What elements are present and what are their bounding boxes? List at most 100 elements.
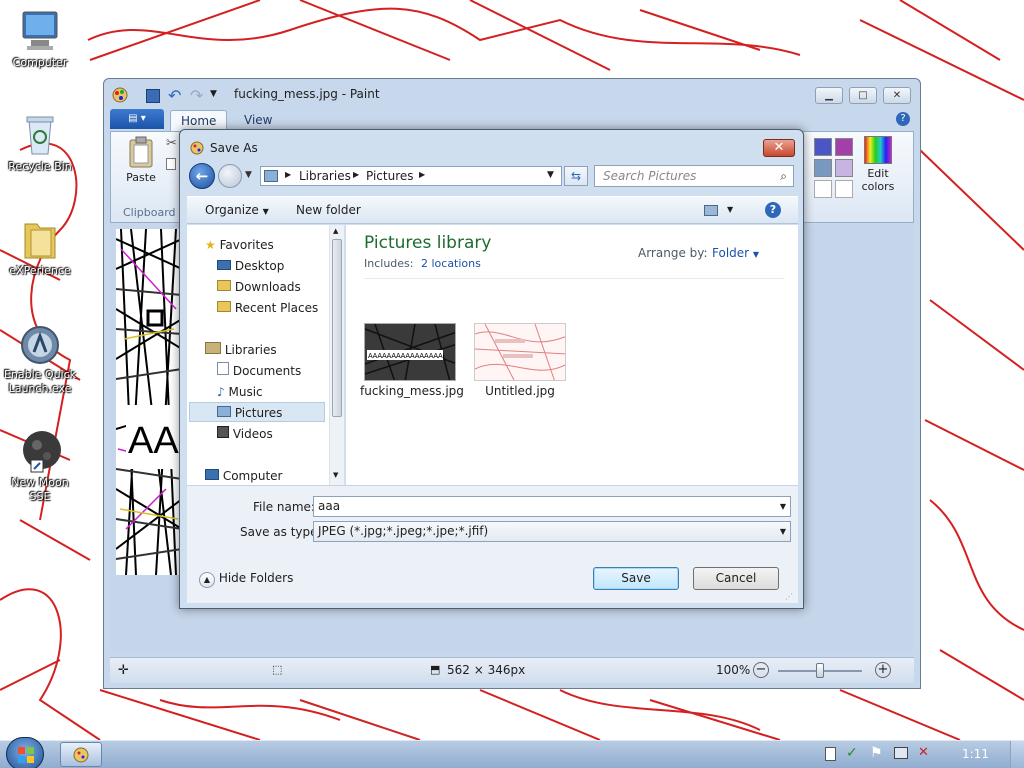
undo-icon[interactable]: ↶ [168,86,181,105]
chevron-down-icon[interactable]: ▼ [780,522,786,541]
resize-grip-icon[interactable]: ⋰ [785,592,793,601]
color-swatch-purple[interactable] [835,138,853,156]
tray-network-icon[interactable] [894,747,908,759]
address-dropdown-icon[interactable]: ▼ [547,170,554,180]
tray-document-icon[interactable] [825,747,836,761]
chevron-down-icon[interactable]: ▼ [780,497,786,516]
cut-icon[interactable]: ✂ [166,136,177,151]
nav-music[interactable]: ♪ Music [217,382,263,402]
music-icon: ♪ [217,385,225,399]
file-item[interactable]: Untitled.jpg [470,323,570,398]
file-name-input[interactable]: aaa ▼ [313,496,791,517]
show-desktop-button[interactable] [1010,741,1024,768]
tab-view[interactable]: View [234,110,282,131]
breadcrumb-pictures[interactable]: Pictures [366,169,414,183]
arrange-by-dropdown[interactable]: Folder ▼ [712,246,759,260]
nav-favorites[interactable]: ★ Favorites [205,235,274,255]
recent-locations-dropdown[interactable]: ▼ [245,170,252,180]
nav-desktop[interactable]: Desktop [217,256,284,276]
organize-menu[interactable]: Organize ▼ [205,203,269,217]
tray-volume-muted-icon[interactable]: ✕ [918,745,929,760]
breadcrumb-separator-icon[interactable]: ▶ [285,170,291,179]
search-input[interactable]: Search Pictures ⌕ [594,165,794,187]
change-view-icon[interactable] [704,205,718,216]
tray-flag-icon[interactable]: ⚑ [870,745,883,761]
breadcrumb-separator-icon[interactable]: ▶ [419,170,425,179]
edit-colors-button[interactable]: Edit colors [859,136,897,193]
color-swatch-lavender[interactable] [835,159,853,177]
minimize-button[interactable]: ▁ [815,87,843,104]
computer-icon [205,469,219,480]
quick-access-dropdown-icon[interactable]: ▼ [210,89,217,99]
desktop-icon-recycle-bin[interactable]: Recycle Bin [0,112,80,174]
desktop-icon-label: New Moon SSE [11,476,69,503]
nav-pictures[interactable]: Pictures [217,403,282,423]
color-palette-icon [864,136,892,164]
view-options-dropdown-icon[interactable]: ▼ [727,205,733,214]
tab-home[interactable]: Home [170,110,228,131]
help-icon[interactable]: ? [765,202,781,218]
chevron-down-icon: ▼ [262,207,269,216]
desktop-icon-experience[interactable]: eXPerience [0,216,80,278]
windows-logo-icon [18,747,34,763]
thumbnail-text: AAAAAAAAAAAAAAAA [368,353,443,360]
arrange-value: Folder [712,246,750,260]
navigation-pane: ★ Favorites Desktop Downloads Recent Pla… [187,225,345,485]
color-swatch-empty[interactable] [814,180,832,198]
nav-computer[interactable]: Computer [205,466,282,486]
desktop-icon-new-moon[interactable]: New Moon SSE [0,428,80,504]
save-type-select[interactable]: JPEG (*.jpg;*.jpeg;*.jpe;*.jfif) ▼ [313,521,791,542]
refresh-button[interactable]: ⇆ [564,166,588,186]
taskbar-clock[interactable]: 1:11 [962,747,989,761]
nav-libraries[interactable]: Libraries [205,340,277,360]
tray-security-icon[interactable]: ✓ [846,745,858,761]
maximize-button[interactable]: □ [849,87,877,104]
file-list: Pictures library Includes: 2 locations A… [346,225,798,485]
paint-menu-button[interactable]: ▤ ▾ [110,109,164,129]
nav-downloads[interactable]: Downloads [217,277,301,297]
desktop-icon-enable-quick-launch[interactable]: Enable Quick Launch.exe [0,320,80,396]
scroll-up-icon[interactable]: ▲ [333,227,338,235]
color-swatch-blue[interactable] [814,138,832,156]
forward-button[interactable] [218,164,242,188]
zoom-in-button[interactable]: + [875,662,891,678]
drawing-canvas[interactable]: AA [116,229,182,575]
file-item[interactable]: AAAAAAAAAAAAAAAA fucking_mess.jpg [360,323,464,398]
includes-locations-link[interactable]: 2 locations [421,257,481,270]
paint-app-icon [73,747,89,763]
back-button[interactable]: ← [189,163,215,189]
redo-icon[interactable]: ↷ [190,86,203,105]
paste-button[interactable]: Paste [119,136,163,190]
zoom-out-button[interactable]: − [753,662,769,678]
hide-folders-button[interactable]: ▲ Hide Folders [199,571,293,588]
close-button[interactable]: ✕ [883,87,911,104]
help-icon[interactable]: ? [896,112,910,126]
address-bar[interactable]: ▶ Libraries ▶ Pictures ▶ ▼ [260,166,562,186]
save-button[interactable]: Save [593,567,679,590]
nav-documents[interactable]: Documents [217,361,301,381]
color-swatch-empty[interactable] [835,180,853,198]
taskbar-paint-button[interactable] [60,742,102,767]
start-button[interactable] [6,737,44,768]
save-icon[interactable] [146,89,160,103]
desktop-icon-computer[interactable]: Computer [0,8,80,70]
paint-app-icon [112,87,128,103]
nav-scrollbar[interactable]: ▲ ▼ [329,225,344,485]
divider [364,278,784,279]
new-folder-button[interactable]: New folder [296,203,361,217]
dialog-close-button[interactable]: ✕ [763,139,795,157]
organize-label: Organize [205,203,259,217]
copy-icon[interactable] [166,158,176,170]
search-icon: ⌕ [780,169,787,183]
breadcrumb-libraries[interactable]: Libraries [299,169,351,183]
scroll-down-icon[interactable]: ▼ [333,471,338,479]
scrollbar-thumb[interactable] [332,239,342,417]
libraries-icon [205,342,221,354]
color-swatch-steel[interactable] [814,159,832,177]
nav-videos-label: Videos [232,427,273,441]
breadcrumb-separator-icon[interactable]: ▶ [353,170,359,179]
nav-recent-places[interactable]: Recent Places [217,298,318,318]
nav-videos[interactable]: Videos [217,424,273,444]
zoom-slider-thumb[interactable] [816,663,824,678]
cancel-button[interactable]: Cancel [693,567,779,590]
